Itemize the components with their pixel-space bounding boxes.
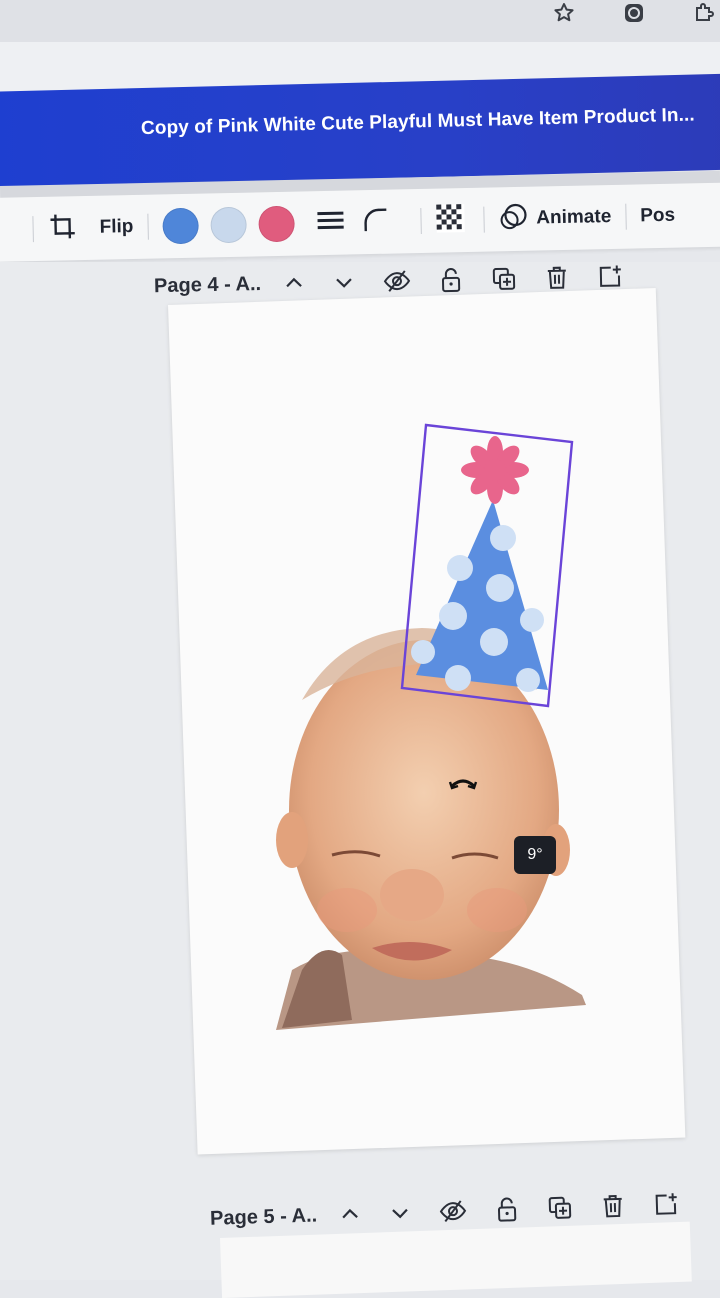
move-page-up-icon[interactable] (283, 272, 305, 294)
document-title[interactable]: Copy of Pink White Cute Playful Must Hav… (141, 105, 695, 141)
rotation-angle-badge: 9° (514, 836, 556, 874)
move-page-down-icon[interactable] (389, 1201, 412, 1224)
delete-page-icon[interactable] (601, 1193, 626, 1220)
toolbar-separator (625, 203, 627, 230)
party-hat-element[interactable] (398, 420, 576, 710)
color-swatch-pink[interactable] (258, 205, 295, 243)
toolbar-separator (483, 206, 485, 233)
animate-button[interactable]: Animate (536, 206, 611, 230)
page-label[interactable]: Page 4 - A.. (154, 272, 262, 297)
page-label[interactable]: Page 5 - A.. (210, 1204, 318, 1230)
puzzle-extensions-icon[interactable] (692, 1, 716, 25)
delete-page-icon[interactable] (545, 265, 570, 291)
editor-title-bar: Copy of Pink White Cute Playful Must Hav… (0, 73, 720, 188)
hide-page-icon[interactable] (439, 1199, 468, 1224)
position-button[interactable]: Pos (640, 205, 675, 228)
corner-rounding-icon[interactable] (362, 206, 389, 238)
move-page-down-icon[interactable] (333, 271, 355, 293)
add-page-icon[interactable] (597, 263, 624, 290)
toolbar-separator (147, 213, 149, 240)
color-swatch-light-blue[interactable] (210, 206, 247, 244)
toolbar-separator (32, 216, 34, 243)
crop-icon[interactable] (47, 211, 78, 247)
lock-page-icon[interactable] (495, 1196, 520, 1223)
duplicate-page-icon[interactable] (547, 1194, 574, 1221)
extension-icon[interactable] (622, 1, 646, 25)
browser-bar (0, 0, 720, 42)
bookmark-star-icon[interactable] (552, 1, 576, 25)
lock-page-icon[interactable] (439, 267, 464, 293)
move-page-up-icon[interactable] (339, 1203, 362, 1226)
color-swatch-blue[interactable] (162, 207, 199, 245)
border-style-icon[interactable] (316, 208, 345, 238)
transparency-icon[interactable] (435, 203, 466, 239)
animate-icon[interactable] (498, 201, 529, 237)
add-page-icon[interactable] (653, 1191, 680, 1218)
hide-page-icon[interactable] (383, 269, 411, 294)
toolbar-separator (420, 207, 422, 234)
flip-button[interactable]: Flip (99, 216, 133, 239)
rotate-cursor-icon (448, 774, 478, 799)
duplicate-page-icon[interactable] (491, 266, 518, 293)
